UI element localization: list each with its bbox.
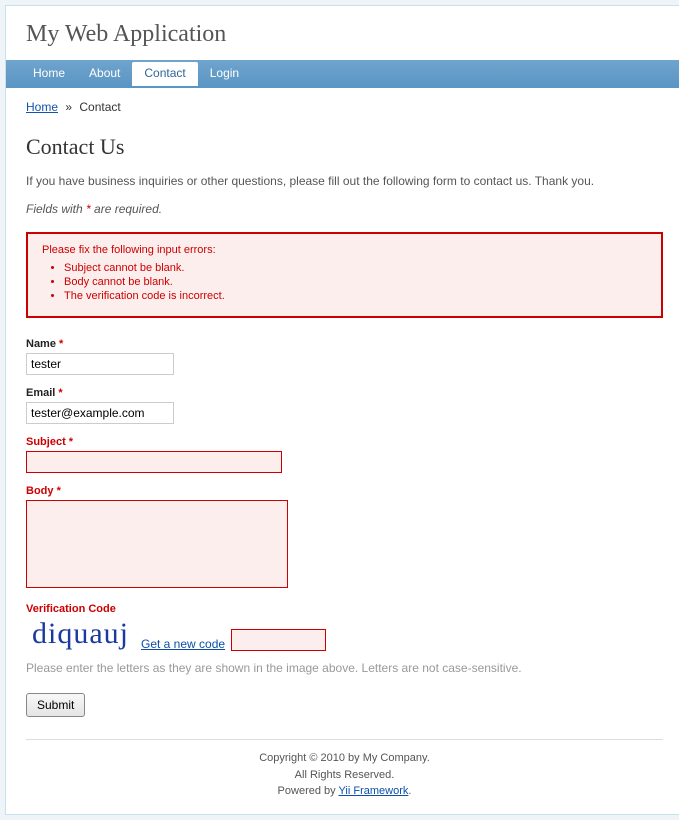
captcha-new-code-link[interactable]: Get a new code xyxy=(141,637,225,651)
captcha-input[interactable] xyxy=(231,629,326,651)
required-note: Fields with * are required. xyxy=(26,202,663,216)
name-label: Name * xyxy=(26,338,663,350)
captcha-row: Verification Code diquauj Get a new code xyxy=(26,603,663,651)
captcha-label: Verification Code xyxy=(26,603,663,615)
breadcrumb-current: Contact xyxy=(79,100,120,114)
page-title: Contact Us xyxy=(26,134,663,160)
body-label: Body * xyxy=(26,485,663,497)
footer-copyright: Copyright © 2010 by My Company. xyxy=(6,750,679,767)
page-container: My Web Application Home About Contact Lo… xyxy=(5,5,679,815)
app-title: My Web Application xyxy=(26,21,663,48)
subject-input[interactable] xyxy=(26,451,282,473)
nav-login[interactable]: Login xyxy=(198,60,251,86)
error-item: Subject cannot be blank. xyxy=(64,262,647,274)
captcha-image: diquauj xyxy=(26,619,135,651)
breadcrumb-home[interactable]: Home xyxy=(26,100,58,114)
nav-contact[interactable]: Contact xyxy=(132,60,197,86)
header: My Web Application xyxy=(6,6,679,60)
subject-label: Subject * xyxy=(26,436,663,448)
footer-rights: All Rights Reserved. xyxy=(6,767,679,784)
error-item: The verification code is incorrect. xyxy=(64,290,647,302)
subject-row: Subject * xyxy=(26,436,663,473)
footer-powered: Powered by Yii Framework. xyxy=(6,783,679,800)
content-area: Home » Contact Contact Us If you have bu… xyxy=(6,88,679,739)
yii-link[interactable]: Yii Framework xyxy=(339,785,409,797)
name-input[interactable] xyxy=(26,353,174,375)
intro-text: If you have business inquiries or other … xyxy=(26,174,663,188)
main-nav: Home About Contact Login xyxy=(6,60,679,88)
name-row: Name * xyxy=(26,338,663,375)
email-label: Email * xyxy=(26,387,663,399)
body-input[interactable] xyxy=(26,500,288,588)
error-item: Body cannot be blank. xyxy=(64,276,647,288)
body-row: Body * xyxy=(26,485,663,591)
breadcrumb-sep: » xyxy=(65,100,72,114)
breadcrumb: Home » Contact xyxy=(26,100,663,114)
error-summary: Please fix the following input errors: S… xyxy=(26,232,663,318)
footer: Copyright © 2010 by My Company. All Righ… xyxy=(6,740,679,814)
email-row: Email * xyxy=(26,387,663,424)
error-heading: Please fix the following input errors: xyxy=(42,244,647,256)
nav-about[interactable]: About xyxy=(77,60,132,86)
email-input[interactable] xyxy=(26,402,174,424)
nav-home[interactable]: Home xyxy=(21,60,77,86)
submit-button[interactable]: Submit xyxy=(26,693,85,717)
